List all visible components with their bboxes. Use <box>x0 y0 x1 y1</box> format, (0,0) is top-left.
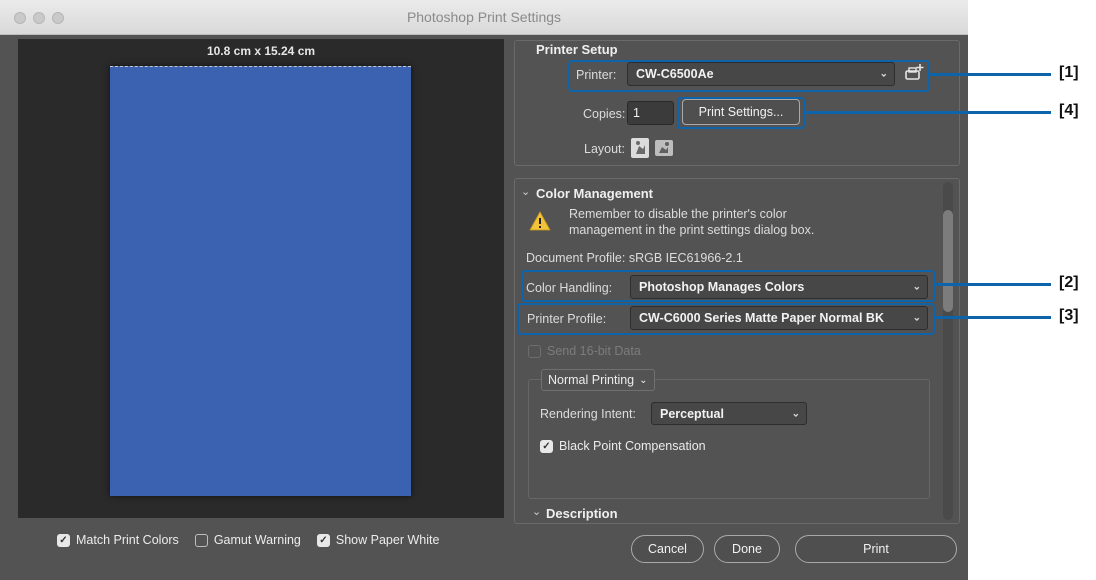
send-16bit-label: Send 16-bit Data <box>547 344 641 358</box>
rendering-intent-value: Perceptual <box>660 407 724 421</box>
callout-label-1: [1] <box>1059 64 1079 81</box>
gamut-warning-label: Gamut Warning <box>213 533 301 547</box>
show-paper-white-checkbox[interactable]: ✓ Show Paper White <box>316 533 440 547</box>
landscape-layout-icon[interactable] <box>654 138 674 158</box>
window-title: Photoshop Print Settings <box>406 9 562 25</box>
chevron-down-icon: ⌄ <box>791 408 800 419</box>
copies-field[interactable]: 1 <box>627 101 674 125</box>
color-management-title: Color Management <box>536 186 654 201</box>
portrait-layout-icon[interactable] <box>630 137 650 159</box>
title-bar: Photoshop Print Settings <box>0 0 968 35</box>
checkmark-icon: ✓ <box>316 533 330 547</box>
rendering-intent-select[interactable]: Perceptual ⌄ <box>651 402 807 425</box>
done-button[interactable]: Done <box>714 535 780 563</box>
document-profile-text: Document Profile: sRGB IEC61966-2.1 <box>526 251 743 265</box>
callout-box-printer-profile <box>517 303 935 335</box>
gamut-warning-checkbox[interactable]: Gamut Warning <box>194 533 301 547</box>
callout-box-color-handling <box>521 270 935 302</box>
normal-printing-dropdown[interactable]: Normal Printing ⌄ <box>541 369 655 391</box>
description-title: Description <box>546 506 618 521</box>
black-point-compensation-checkbox[interactable]: ✓ Black Point Compensation <box>540 439 706 453</box>
callout-label-2: [2] <box>1059 274 1079 291</box>
chevron-down-icon[interactable]: ⌄ <box>521 185 530 198</box>
callout-box-print-settings <box>677 97 805 129</box>
chevron-down-icon: ⌄ <box>639 374 648 386</box>
copies-value: 1 <box>633 106 640 120</box>
match-print-colors-checkbox[interactable]: ✓ Match Print Colors <box>57 533 179 547</box>
copies-label: Copies: <box>583 107 626 121</box>
cancel-button[interactable]: Cancel <box>631 535 704 563</box>
black-point-compensation-label: Black Point Compensation <box>559 439 706 453</box>
unchecked-box-icon <box>194 533 208 547</box>
callout-label-3: [3] <box>1059 307 1079 324</box>
callout-label-4: [4] <box>1059 102 1079 119</box>
checkmark-icon: ✓ <box>540 439 553 453</box>
match-print-colors-label: Match Print Colors <box>76 533 179 547</box>
print-button[interactable]: Print <box>795 535 957 563</box>
rendering-intent-label: Rendering Intent: <box>540 407 636 421</box>
scrollbar-thumb[interactable] <box>943 210 953 312</box>
callout-box-printer <box>568 60 930 92</box>
printer-setup-title: Printer Setup <box>536 42 618 57</box>
preview-options: ✓ Match Print Colors Gamut Warning ✓ Sho… <box>57 533 439 547</box>
send-16bit-checkbox[interactable]: Send 16-bit Data <box>528 344 641 358</box>
normal-printing-label: Normal Printing <box>548 373 635 387</box>
color-warning-text: Remember to disable the printer's color … <box>569 207 815 237</box>
callout-line-4 <box>805 111 1051 114</box>
checkmark-icon: ✓ <box>57 533 70 547</box>
callout-line-3 <box>935 316 1051 319</box>
show-paper-white-label: Show Paper White <box>335 533 440 547</box>
preview-paper <box>110 66 411 496</box>
callout-line-2 <box>935 283 1051 286</box>
unchecked-box-icon <box>528 344 541 358</box>
layout-label: Layout: <box>584 142 626 156</box>
warning-icon <box>529 210 551 232</box>
chevron-down-icon[interactable]: ⌄ <box>532 505 541 518</box>
print-preview: 10.8 cm x 15.24 cm <box>18 39 504 518</box>
preview-dimensions: 10.8 cm x 15.24 cm <box>206 44 316 58</box>
callout-line-1 <box>930 73 1051 76</box>
